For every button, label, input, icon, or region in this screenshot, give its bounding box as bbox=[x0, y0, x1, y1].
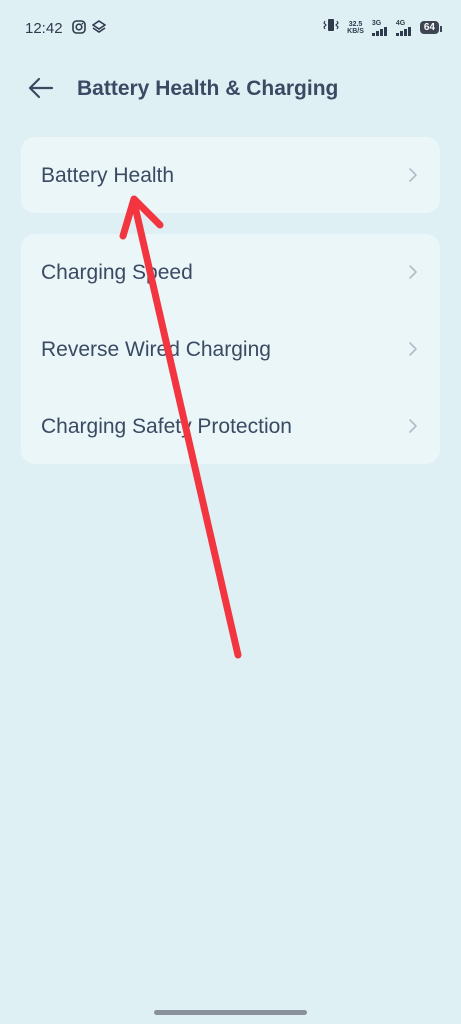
vibrate-icon bbox=[323, 18, 339, 37]
app-notification-icon bbox=[91, 20, 107, 39]
status-time: 12:42 bbox=[25, 20, 63, 37]
battery-icon: 64 bbox=[419, 21, 443, 34]
signal-4g-label: 4G bbox=[395, 19, 406, 27]
signal-4g: 4G bbox=[395, 19, 412, 36]
status-indicators: 32.5 KB/S 3G 4G 64 bbox=[323, 18, 443, 37]
chevron-right-icon bbox=[409, 265, 417, 279]
status-bar: 12:42 32.5 KB/S 3G 4G 64 bbox=[0, 0, 461, 58]
list-item-label: Charging Safety Protection bbox=[41, 415, 292, 438]
signal-3g: 3G bbox=[371, 19, 388, 36]
list-item-reverse-wired-charging[interactable]: Reverse Wired Charging bbox=[21, 311, 440, 388]
net-speed-value: 32.5 bbox=[348, 20, 363, 28]
signal-3g-label: 3G bbox=[371, 19, 382, 27]
settings-card-charging: Charging Speed Reverse Wired Charging Ch… bbox=[21, 234, 440, 464]
list-item-charging-speed[interactable]: Charging Speed bbox=[21, 234, 440, 311]
list-item-label: Battery Health bbox=[41, 164, 175, 187]
home-indicator[interactable] bbox=[154, 1010, 307, 1015]
network-speed: 32.5 KB/S bbox=[347, 21, 364, 35]
list-item-battery-health[interactable]: Battery Health bbox=[21, 137, 440, 214]
back-arrow-icon bbox=[28, 77, 54, 99]
list-item-label: Reverse Wired Charging bbox=[41, 338, 271, 361]
app-header: Battery Health & Charging bbox=[0, 64, 461, 114]
page-title: Battery Health & Charging bbox=[77, 77, 339, 100]
chevron-right-icon bbox=[409, 342, 417, 356]
instagram-icon bbox=[72, 20, 86, 39]
list-item-label: Charging Speed bbox=[41, 261, 193, 284]
settings-card-battery-health: Battery Health bbox=[21, 137, 440, 213]
net-speed-unit: KB/S bbox=[347, 27, 364, 35]
back-button[interactable] bbox=[22, 70, 58, 106]
chevron-right-icon bbox=[409, 168, 417, 182]
chevron-right-icon bbox=[409, 419, 417, 433]
signal-bars-icon bbox=[371, 26, 387, 36]
list-item-charging-safety-protection[interactable]: Charging Safety Protection bbox=[21, 388, 440, 465]
signal-bars-icon bbox=[395, 26, 411, 36]
